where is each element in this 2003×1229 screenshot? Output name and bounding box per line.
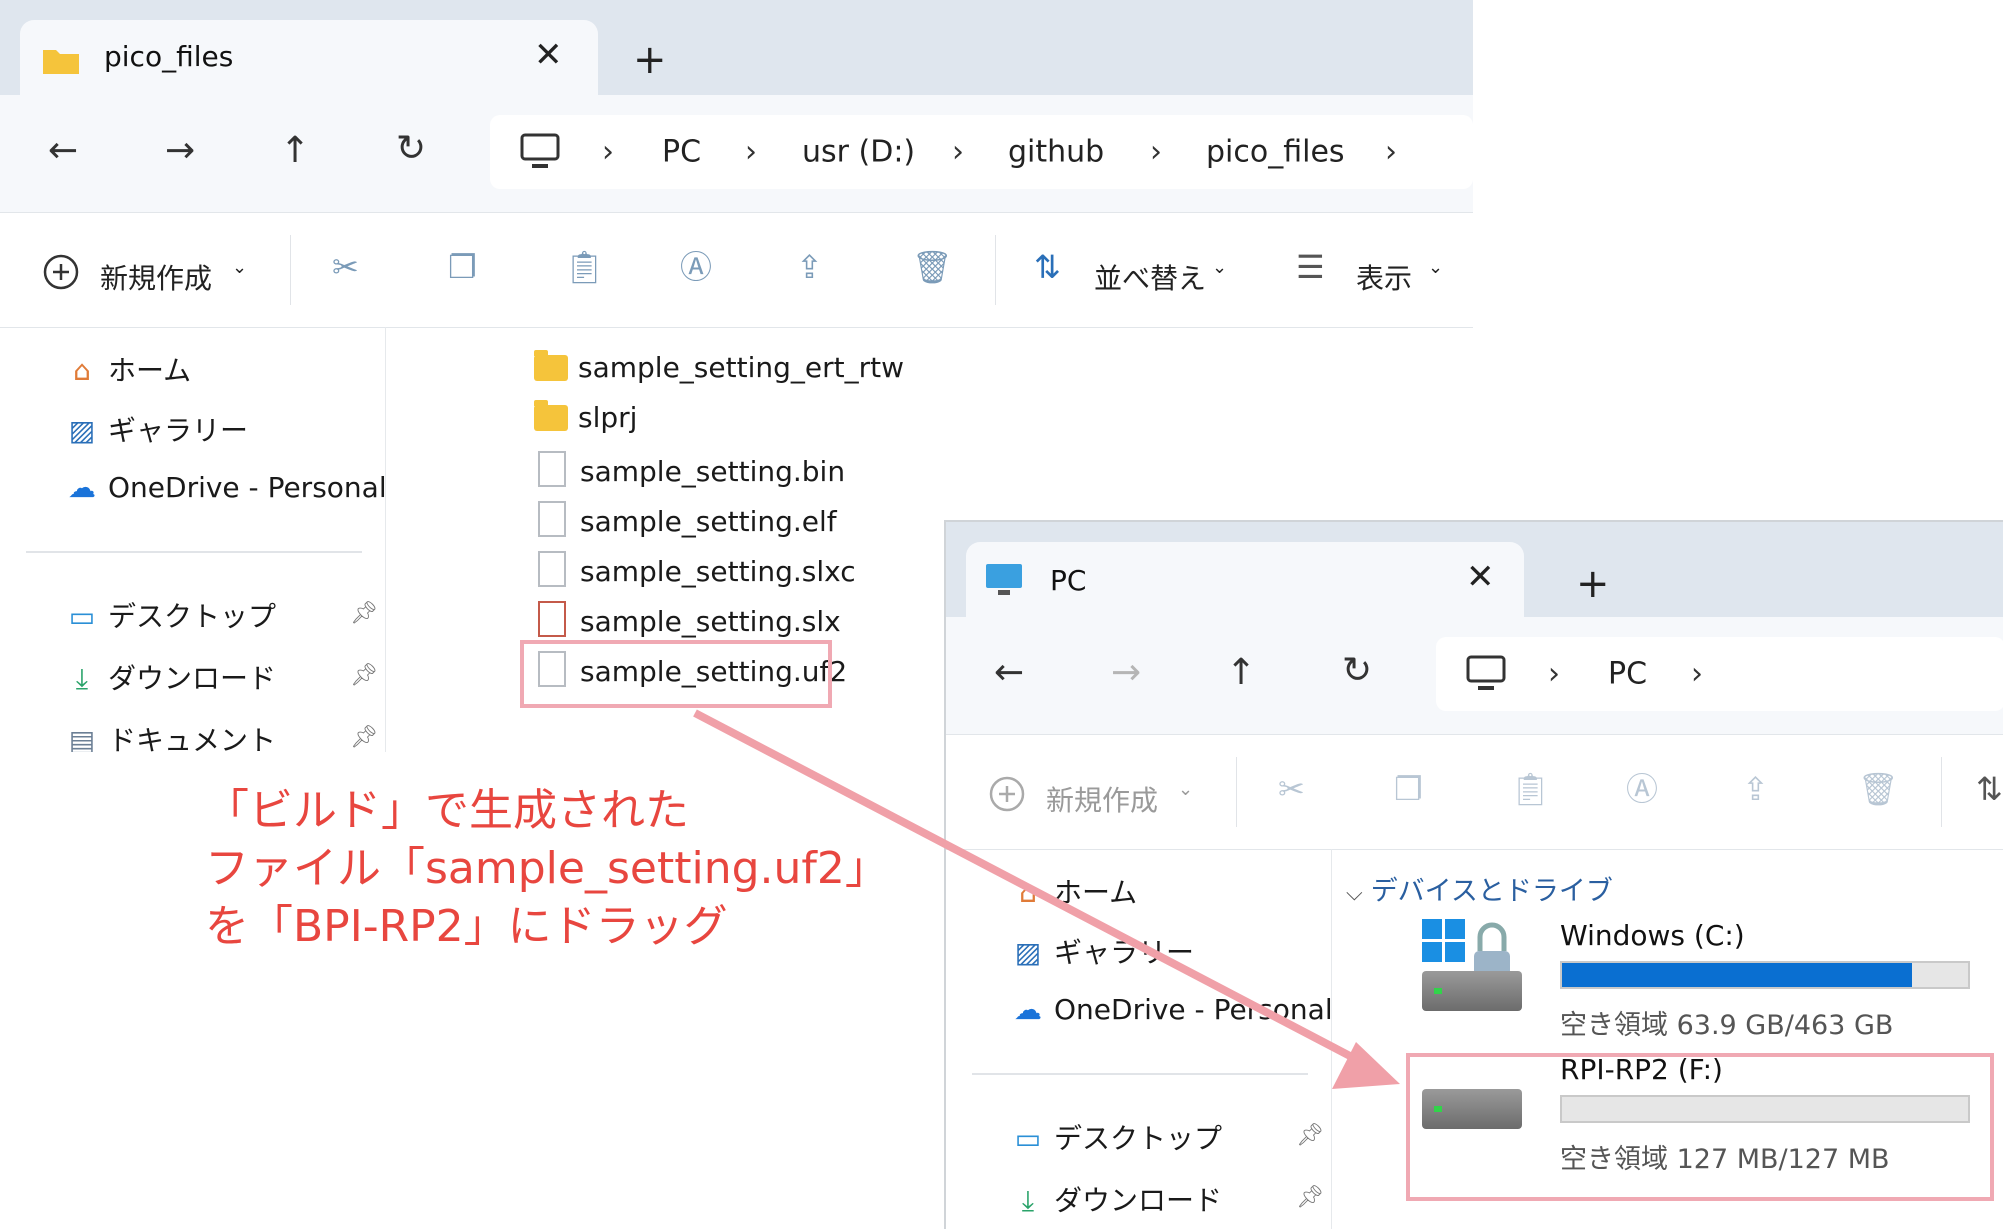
drag-arrow (693, 709, 1400, 1089)
drag-arrow-line (693, 709, 1352, 1060)
